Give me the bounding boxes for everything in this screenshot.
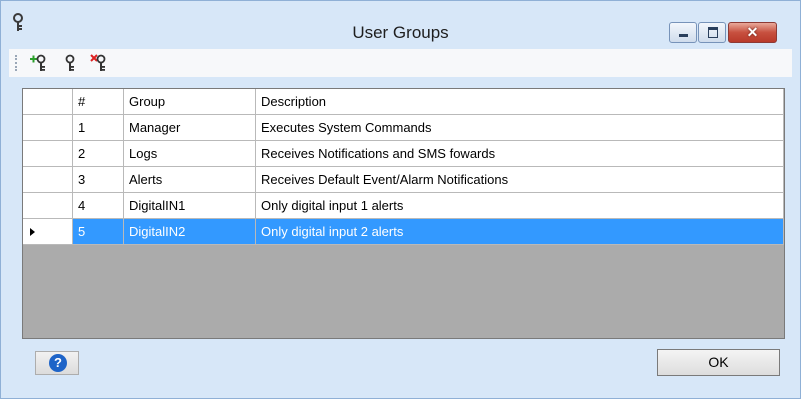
row-number[interactable]: 2 <box>73 141 124 167</box>
row-description[interactable]: Executes System Commands <box>256 115 784 141</box>
user-groups-window: User Groups ✕ # Group Description 1 Mana… <box>0 0 801 399</box>
row-description[interactable]: Only digital input 2 alerts <box>256 219 784 245</box>
maximize-button[interactable] <box>698 22 726 43</box>
close-button[interactable]: ✕ <box>728 22 777 43</box>
row-selector[interactable] <box>23 167 73 193</box>
table-row[interactable]: 3 Alerts Receives Default Event/Alarm No… <box>23 167 784 193</box>
column-header-number[interactable]: # <box>73 89 124 115</box>
row-number[interactable]: 4 <box>73 193 124 219</box>
add-group-icon <box>30 54 46 71</box>
toolbar-grip[interactable] <box>15 55 19 71</box>
row-number[interactable]: 5 <box>73 219 124 245</box>
help-icon: ? <box>49 354 67 372</box>
edit-group-button[interactable] <box>61 53 81 73</box>
row-selector[interactable] <box>23 193 73 219</box>
row-group[interactable]: DigitalIN2 <box>124 219 256 245</box>
maximize-icon <box>708 27 718 38</box>
table-row[interactable]: 1 Manager Executes System Commands <box>23 115 784 141</box>
row-group[interactable]: Alerts <box>124 167 256 193</box>
edit-group-icon <box>65 54 75 71</box>
grid-header: # Group Description <box>23 89 784 115</box>
help-button[interactable]: ? <box>35 351 79 375</box>
user-groups-grid[interactable]: # Group Description 1 Manager Executes S… <box>22 88 785 339</box>
close-icon: ✕ <box>746 24 759 40</box>
table-row[interactable]: 4 DigitalIN1 Only digital input 1 alerts <box>23 193 784 219</box>
current-row-arrow-icon <box>30 228 35 236</box>
table-row[interactable]: 2 Logs Receives Notifications and SMS fo… <box>23 141 784 167</box>
header-row-selector <box>23 89 73 115</box>
column-header-group[interactable]: Group <box>124 89 256 115</box>
add-group-button[interactable] <box>29 53 49 73</box>
delete-group-button[interactable] <box>89 53 109 73</box>
row-description[interactable]: Receives Notifications and SMS fowards <box>256 141 784 167</box>
row-number[interactable]: 1 <box>73 115 124 141</box>
title-bar[interactable]: User Groups ✕ <box>1 1 800 48</box>
toolbar <box>9 49 792 77</box>
ok-button[interactable]: OK <box>657 349 780 376</box>
row-selector[interactable] <box>23 141 73 167</box>
row-group[interactable]: Manager <box>124 115 256 141</box>
delete-group-icon <box>90 54 106 71</box>
row-description[interactable]: Receives Default Event/Alarm Notificatio… <box>256 167 784 193</box>
minimize-button[interactable] <box>669 22 697 43</box>
row-number[interactable]: 3 <box>73 167 124 193</box>
row-description[interactable]: Only digital input 1 alerts <box>256 193 784 219</box>
minimize-icon <box>679 34 688 37</box>
row-group[interactable]: Logs <box>124 141 256 167</box>
row-selector[interactable] <box>23 115 73 141</box>
column-header-description[interactable]: Description <box>256 89 784 115</box>
table-row-selected[interactable]: 5 DigitalIN2 Only digital input 2 alerts <box>23 219 784 245</box>
row-selector[interactable] <box>23 219 73 245</box>
row-group[interactable]: DigitalIN1 <box>124 193 256 219</box>
